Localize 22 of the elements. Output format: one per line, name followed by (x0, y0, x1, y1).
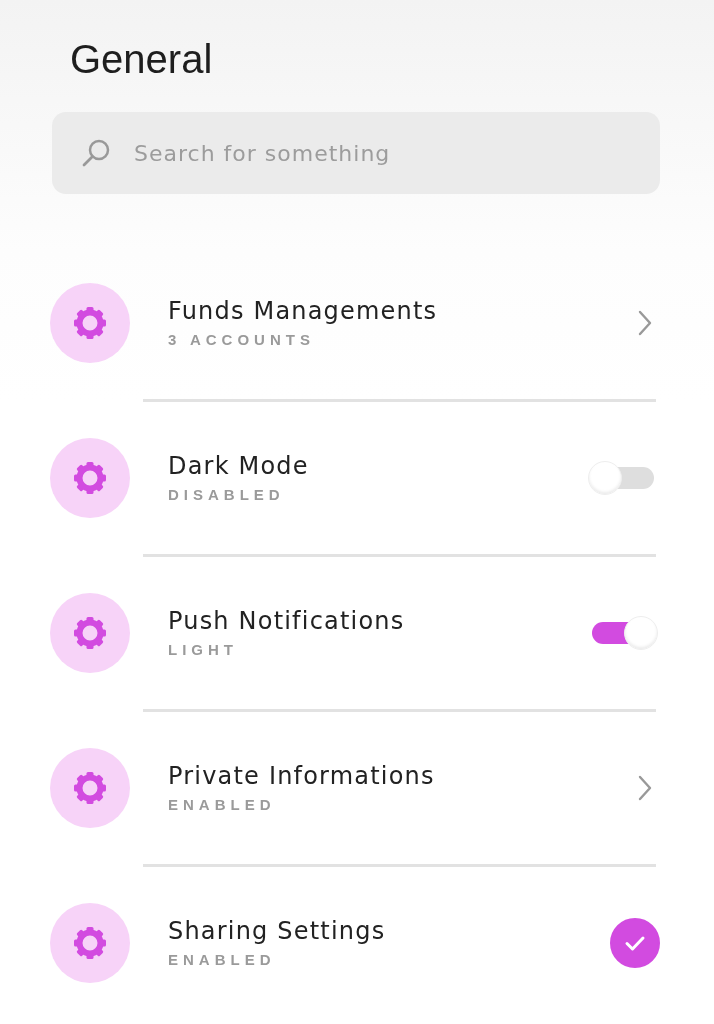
setting-title: Sharing Settings (168, 917, 387, 945)
setting-title: Push Notifications (168, 607, 406, 635)
page-title: General (70, 36, 214, 83)
setting-status: LIGHT (168, 641, 239, 658)
setting-title: Funds Managements (168, 297, 439, 325)
setting-title: Private Informations (168, 762, 436, 790)
chevron-right-icon[interactable] (638, 309, 652, 336)
search-icon (80, 137, 112, 169)
gear-icon (50, 902, 130, 983)
gear-icon (50, 437, 130, 518)
gear-icon (50, 592, 130, 673)
check-icon[interactable] (610, 917, 660, 968)
setting-status: DISABLED (168, 486, 286, 503)
gear-icon (50, 747, 130, 828)
setting-status: ENABLED (168, 796, 277, 813)
setting-status: 3 ACCOUNTS (168, 331, 316, 348)
setting-status: ENABLED (168, 951, 277, 968)
search-field[interactable]: Search for something (52, 112, 660, 194)
chevron-right-icon[interactable] (638, 774, 652, 801)
setting-title: Dark Mode (168, 452, 310, 480)
search-input[interactable]: Search for something (132, 139, 636, 167)
gear-icon (50, 282, 130, 363)
